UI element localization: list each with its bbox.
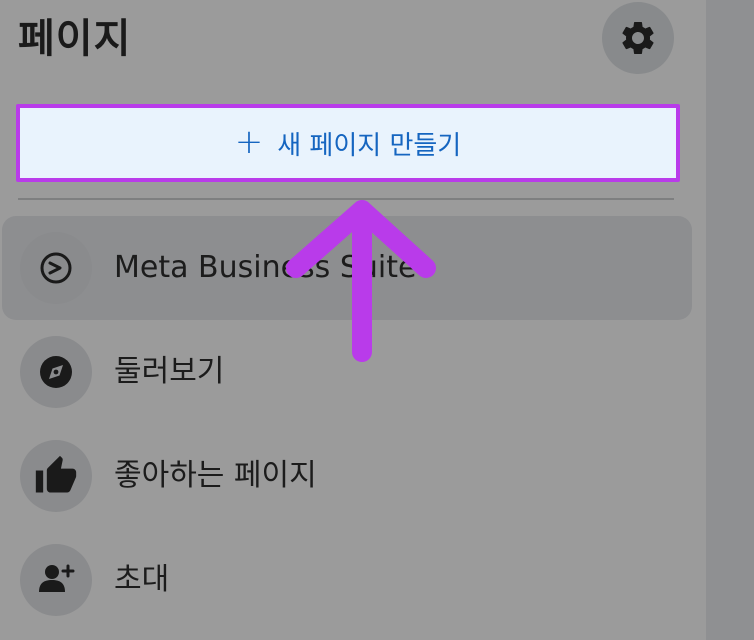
plus-icon: +: [234, 121, 264, 162]
page-title: 페이지: [18, 16, 132, 62]
menu-item-meta-business-suite[interactable]: Meta Business Suite: [2, 216, 692, 320]
create-new-page-button[interactable]: + 새 페이지 만들기: [16, 104, 680, 182]
settings-button[interactable]: [602, 2, 674, 74]
menu-item-invite[interactable]: 초대: [2, 528, 692, 632]
background-edge: [706, 0, 754, 640]
menu-item-label: 초대: [114, 562, 170, 597]
menu-item-explore[interactable]: 둘러보기: [2, 320, 692, 424]
compass-icon: [20, 336, 92, 408]
add-person-icon: [20, 544, 92, 616]
gear-icon: [622, 21, 654, 54]
menu-item-label: Meta Business Suite: [114, 250, 417, 285]
thumbs-up-icon: [20, 440, 92, 512]
divider: [18, 198, 674, 200]
meta-business-suite-icon: [20, 232, 92, 304]
menu-item-label: 둘러보기: [114, 354, 225, 389]
menu-item-liked-pages[interactable]: 좋아하는 페이지: [2, 424, 692, 528]
menu-item-label: 좋아하는 페이지: [114, 458, 317, 493]
create-new-page-label: 새 페이지 만들기: [277, 130, 462, 161]
pages-panel: 페이지 + 새 페이지 만들기 Meta Business Suite 둘러보기: [0, 0, 706, 640]
